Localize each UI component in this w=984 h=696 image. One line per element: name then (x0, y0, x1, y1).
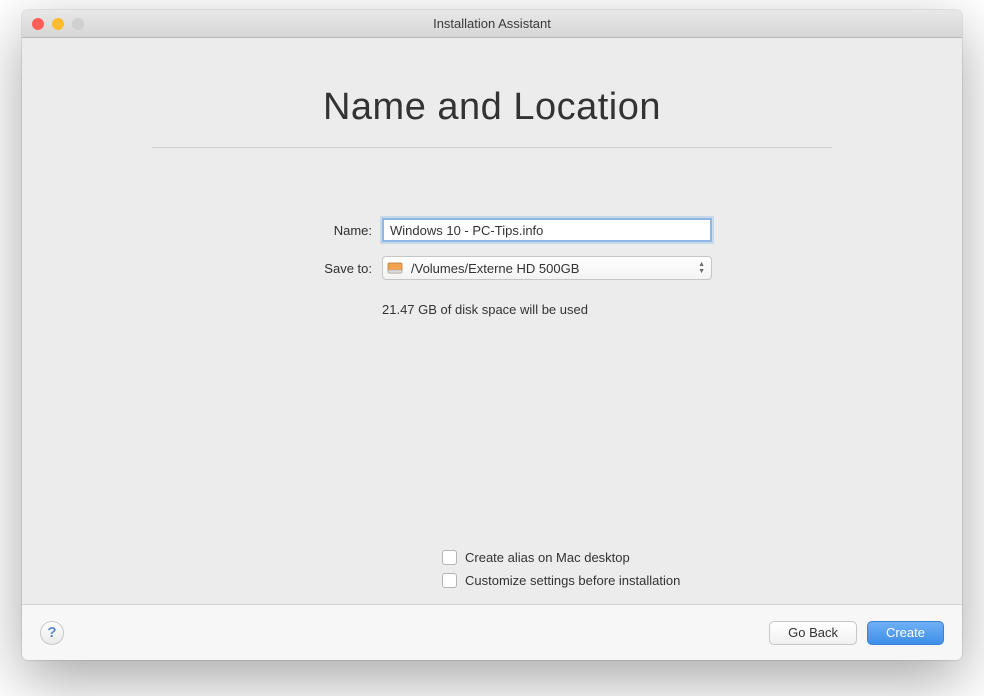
titlebar: Installation Assistant (22, 10, 962, 38)
page-title: Name and Location (82, 86, 902, 147)
saveto-dropdown[interactable]: /Volumes/Externe HD 500GB ▲▼ (382, 256, 712, 280)
saveto-value: /Volumes/Externe HD 500GB (411, 261, 579, 276)
name-row: Name: (272, 218, 712, 242)
alias-label: Create alias on Mac desktop (465, 550, 630, 565)
installation-window: Installation Assistant Name and Location… (22, 10, 962, 660)
help-button[interactable]: ? (40, 621, 64, 645)
option-alias[interactable]: Create alias on Mac desktop (442, 550, 630, 565)
maximize-window-button[interactable] (72, 18, 84, 30)
name-label: Name: (272, 223, 372, 238)
saveto-row: Save to: /Volumes/Externe HD 500GB ▲▼ (272, 256, 712, 280)
create-label: Create (886, 625, 925, 640)
form: Name: Save to: /Volumes/Externe HD 500GB… (82, 218, 902, 317)
disk-usage-row: 21.47 GB of disk space will be used (272, 294, 712, 317)
option-customize[interactable]: Customize settings before installation (442, 573, 680, 588)
go-back-button[interactable]: Go Back (769, 621, 857, 645)
alias-checkbox[interactable] (442, 550, 457, 565)
window-title: Installation Assistant (32, 16, 952, 31)
minimize-window-button[interactable] (52, 18, 64, 30)
content-area: Name and Location Name: Save to: /Volume… (22, 38, 962, 604)
dropdown-arrows-icon: ▲▼ (698, 262, 705, 275)
help-icon: ? (47, 624, 56, 641)
divider (152, 147, 832, 148)
create-button[interactable]: Create (867, 621, 944, 645)
customize-label: Customize settings before installation (465, 573, 680, 588)
name-input[interactable] (382, 218, 712, 242)
close-window-button[interactable] (32, 18, 44, 30)
go-back-label: Go Back (788, 625, 838, 640)
disk-usage-text: 21.47 GB of disk space will be used (382, 302, 588, 317)
customize-checkbox[interactable] (442, 573, 457, 588)
options-section: Create alias on Mac desktop Customize se… (82, 550, 902, 588)
footer: ? Go Back Create (22, 604, 962, 660)
traffic-lights (32, 18, 84, 30)
external-disk-icon (387, 260, 403, 276)
saveto-label: Save to: (272, 261, 372, 276)
